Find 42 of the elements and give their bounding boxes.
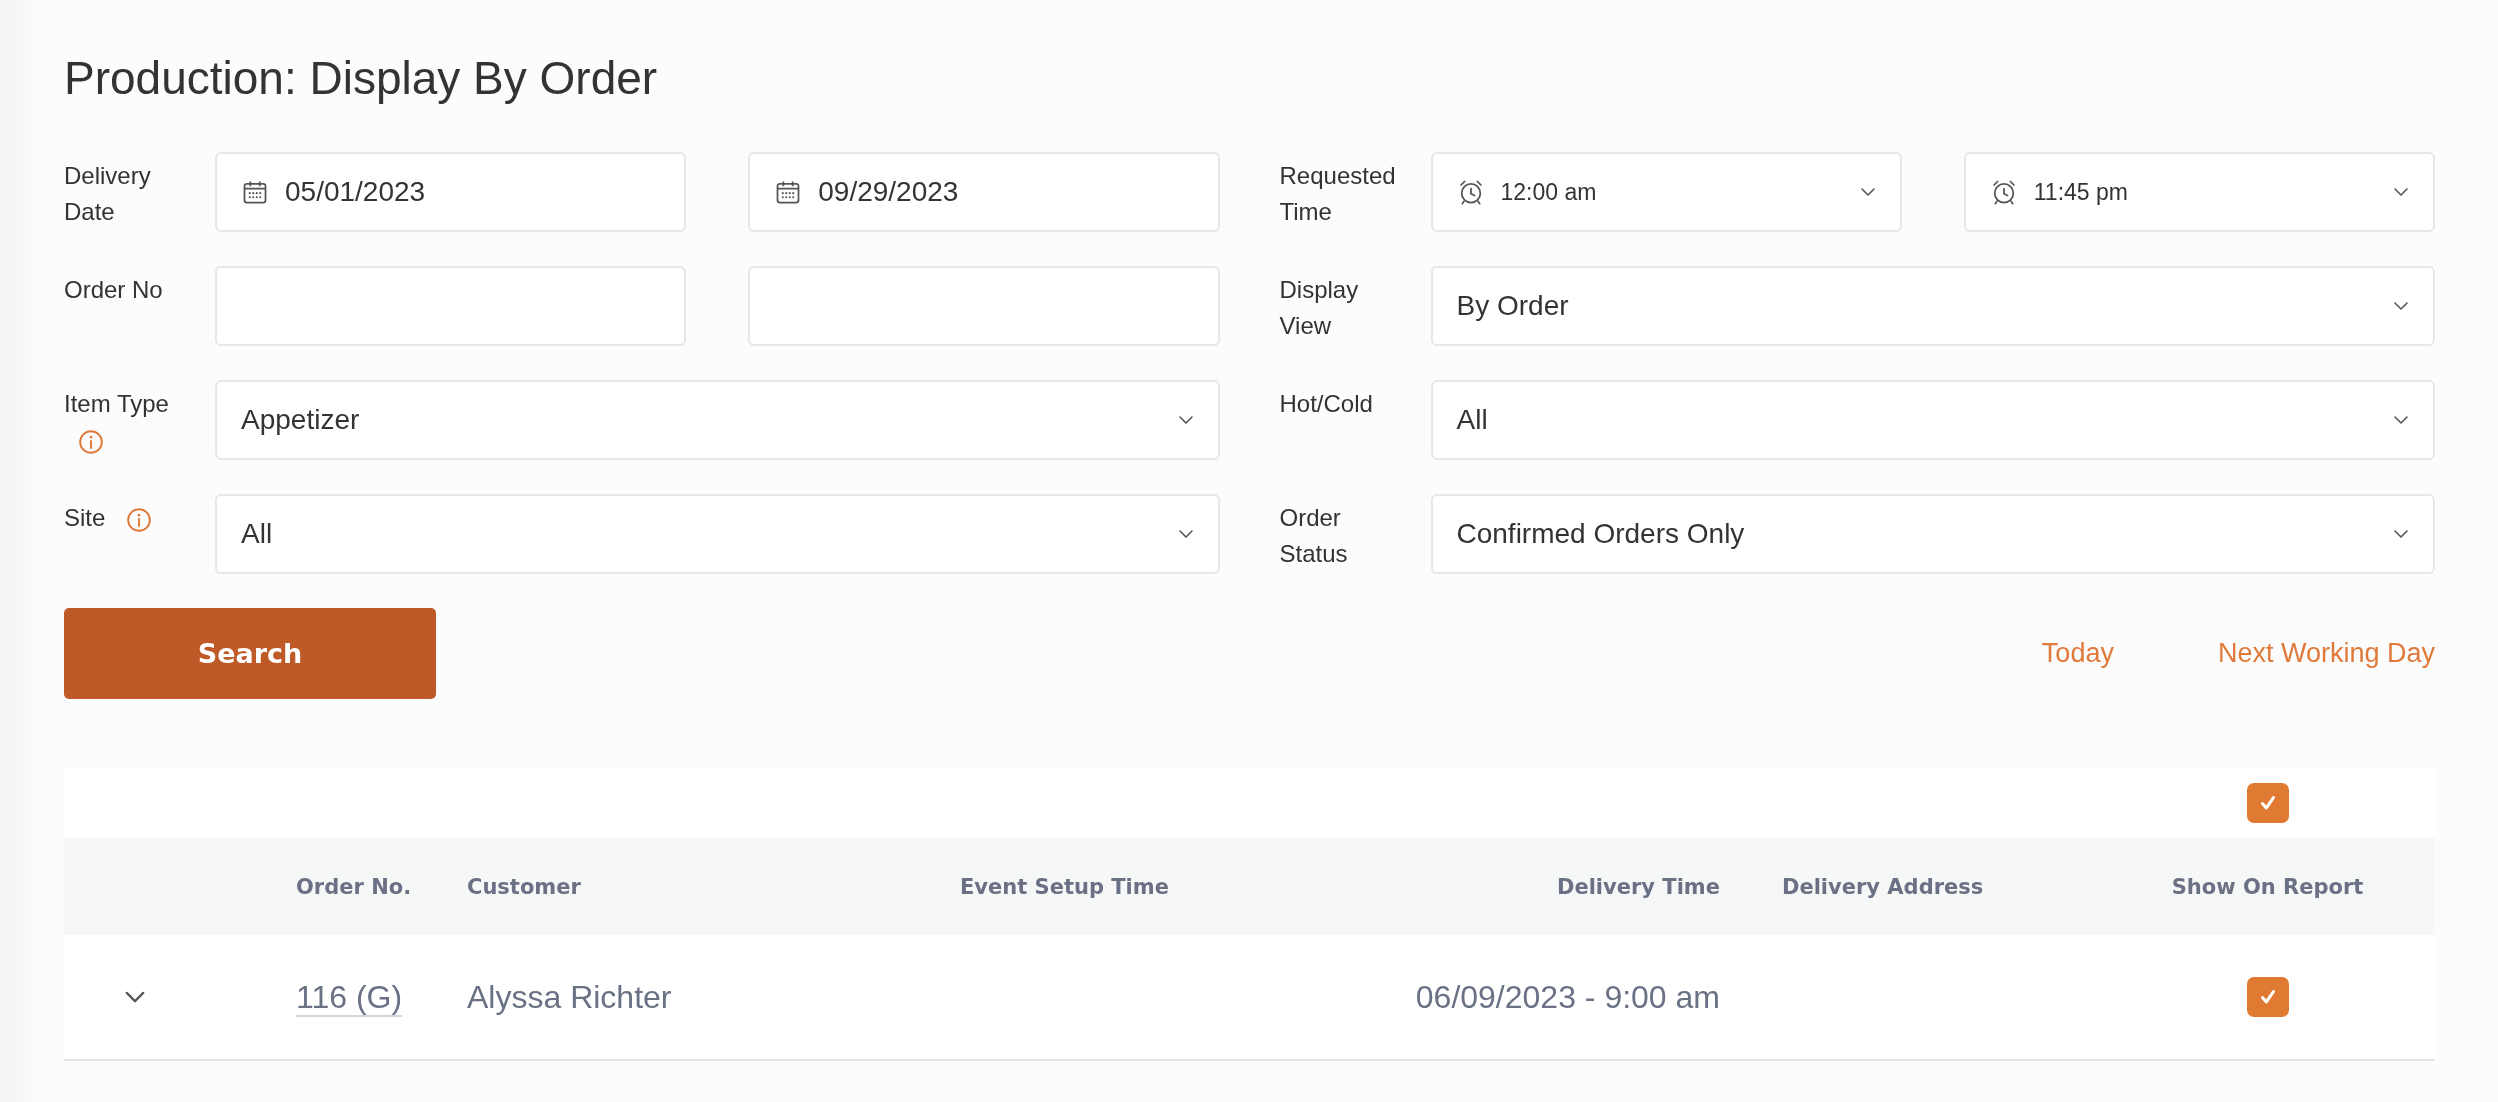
table-cell: Alyssa Richter — [467, 978, 672, 1015]
column-header: Show On Report — [2171, 874, 2364, 899]
field-label: Hot/Cold — [1279, 390, 1373, 417]
select-all-checkbox[interactable] — [2246, 783, 2289, 823]
info-icon[interactable] — [78, 428, 104, 455]
chevron-down-icon — [124, 990, 146, 1004]
select-field[interactable]: Confirmed Orders Only — [1430, 494, 2435, 574]
select-field[interactable]: By Order — [1430, 266, 2435, 346]
info-icon[interactable] — [126, 506, 153, 533]
select-field[interactable]: All — [1430, 380, 2435, 460]
time-select[interactable]: 12:00 am — [1430, 152, 1902, 232]
column-header: Customer — [467, 874, 581, 899]
chevron-down-icon — [1177, 529, 1194, 539]
chevron-down-icon — [2393, 415, 2409, 425]
select-field[interactable]: All — [215, 494, 1220, 574]
date-field[interactable]: 09/29/2023 — [748, 152, 1220, 232]
table-cell: 06/09/2023 - 9:00 am — [1415, 978, 1720, 1015]
input-field[interactable] — [748, 266, 1220, 346]
chevron-down-icon — [1177, 415, 1194, 425]
select-field[interactable]: Appetizer — [215, 380, 1220, 460]
chevron-down-icon — [2393, 529, 2409, 539]
chevron-down-icon — [1859, 187, 1876, 197]
order-number-link[interactable]: 116 (G) — [296, 978, 403, 1017]
field-label: Delivery Date — [64, 162, 151, 225]
field-label: Order No — [64, 276, 163, 303]
page-title: Production: Display By Order — [64, 51, 659, 106]
field-label: Item Type — [64, 390, 169, 417]
chevron-down-icon — [2393, 301, 2409, 311]
date-field[interactable]: 05/01/2023 — [215, 152, 687, 232]
column-header: Event Setup Time — [960, 874, 1169, 899]
field-label: Site — [64, 504, 106, 531]
show-on-report-checkbox[interactable] — [2246, 977, 2289, 1017]
chevron-down-icon — [2393, 187, 2409, 197]
field-label: Order Status — [1279, 504, 1348, 567]
column-header: Delivery Address — [1782, 874, 1984, 899]
column-header: Order No. — [296, 874, 412, 899]
field-label: Display View — [1279, 276, 1359, 339]
input-field[interactable] — [215, 266, 687, 346]
field-label: Requested Time — [1279, 162, 1396, 225]
column-header: Delivery Time — [1557, 874, 1720, 899]
search-button[interactable]: Search — [64, 608, 436, 699]
time-select[interactable]: 11:45 pm — [1963, 152, 2435, 232]
